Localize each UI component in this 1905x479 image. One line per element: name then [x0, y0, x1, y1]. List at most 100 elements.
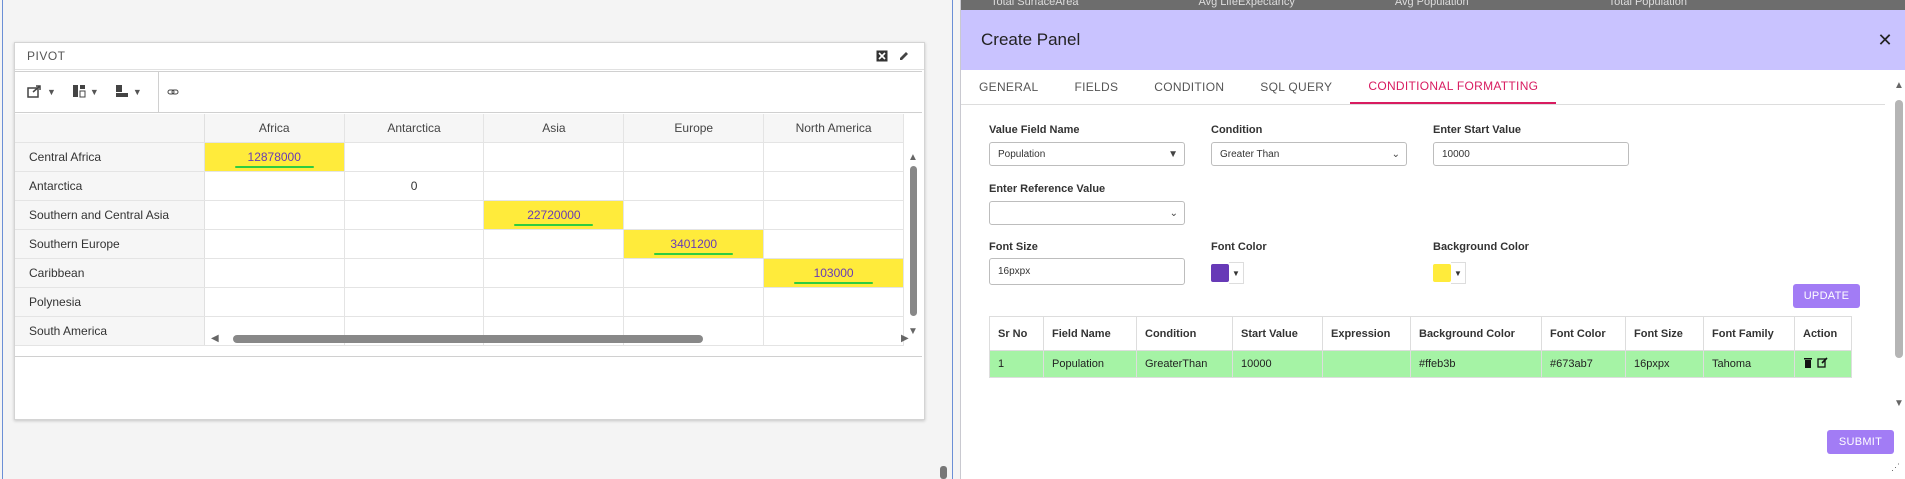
panel-scrollbar[interactable]: ▲ ▼: [1891, 80, 1905, 410]
dashboard-canvas: PIVOT ▼ ▼ ▼ Africa Antarctica Asia Europ…: [0, 0, 961, 479]
pivot-cell[interactable]: 22720000: [484, 201, 625, 229]
pivot-cell[interactable]: [205, 201, 345, 229]
scroll-thumb[interactable]: [910, 166, 917, 316]
font-color-swatch[interactable]: [1211, 264, 1229, 282]
pivot-cell[interactable]: [624, 172, 765, 200]
value-field-select[interactable]: Population ▼: [989, 142, 1185, 166]
pivot-cell[interactable]: [764, 143, 905, 171]
bg-color-swatch[interactable]: [1433, 264, 1451, 282]
bg-color-picker[interactable]: ▼: [1433, 262, 1466, 284]
edit-icon[interactable]: [896, 48, 912, 64]
submit-button[interactable]: SUBMIT: [1827, 430, 1894, 454]
row-header[interactable]: Southern and Central Asia: [15, 201, 205, 229]
column-header: Action: [1803, 327, 1838, 340]
column-header[interactable]: Antarctica: [344, 114, 485, 142]
vertical-scrollbar[interactable]: ▲ ▼: [908, 142, 918, 342]
scroll-up-arrow[interactable]: ▲: [1894, 80, 1904, 91]
cell-value: 103000: [813, 266, 854, 280]
pivot-cell[interactable]: [205, 288, 345, 316]
pivot-cell[interactable]: [484, 259, 625, 287]
column-header[interactable]: Asia: [484, 114, 625, 142]
tab-fields[interactable]: FIELDS: [1056, 70, 1136, 104]
pivot-cell[interactable]: [345, 259, 485, 287]
tab-conditional-formatting[interactable]: CONDITIONAL FORMATTING: [1350, 70, 1557, 104]
caret-down-icon[interactable]: ▼: [1229, 262, 1244, 284]
pivot-cell[interactable]: [764, 288, 905, 316]
condition-select[interactable]: Greater Than ⌄: [1211, 142, 1407, 166]
pivot-cell[interactable]: [345, 288, 485, 316]
pivot-cell[interactable]: [764, 230, 905, 258]
rules-table: Sr No Field Name Condition Start Value E…: [989, 316, 1852, 378]
pivot-cell[interactable]: [205, 172, 345, 200]
row-header[interactable]: Caribbean: [15, 259, 205, 287]
scroll-thumb[interactable]: [233, 335, 703, 343]
pivot-cell[interactable]: [624, 143, 765, 171]
tab-general[interactable]: GENERAL: [961, 70, 1056, 104]
pivot-cell[interactable]: [624, 288, 765, 316]
pivot-cell[interactable]: [345, 201, 485, 229]
bg-color-label: Background Color: [1433, 241, 1529, 253]
scroll-thumb[interactable]: [1895, 100, 1903, 358]
pivot-cell[interactable]: [484, 143, 625, 171]
column-header[interactable]: Africa: [204, 114, 345, 142]
caret-down-icon[interactable]: ▼: [1451, 262, 1466, 284]
reference-value-select[interactable]: ⌄: [989, 201, 1185, 225]
pivot-cell[interactable]: [624, 259, 765, 287]
layout-button[interactable]: ▼: [64, 72, 107, 112]
pivot-cell[interactable]: 0: [345, 172, 485, 200]
scroll-left-arrow[interactable]: ◀: [211, 333, 219, 344]
pivot-cell[interactable]: [205, 259, 345, 287]
close-icon[interactable]: ✕: [1865, 30, 1905, 51]
table-cell: #673ab7: [1542, 351, 1626, 377]
start-value-text: 10000: [1442, 148, 1470, 160]
row-header[interactable]: Antarctica: [15, 172, 205, 200]
font-color-picker[interactable]: ▼: [1211, 262, 1244, 284]
font-size-input[interactable]: 16pxpx: [989, 258, 1185, 285]
horizontal-scrollbar[interactable]: ◀ ▶: [211, 333, 911, 345]
start-value-label: Enter Start Value: [1433, 124, 1522, 136]
pivot-cell[interactable]: [484, 288, 625, 316]
pivot-cell[interactable]: [484, 230, 625, 258]
pivot-cell[interactable]: [624, 201, 765, 229]
value-field-value: Population: [998, 148, 1046, 160]
row-header[interactable]: Southern Europe: [15, 230, 205, 258]
column-header[interactable]: Europe: [624, 114, 765, 142]
pivot-cell[interactable]: [345, 230, 485, 258]
pivot-header: PIVOT: [15, 43, 924, 70]
tab-condition[interactable]: CONDITION: [1136, 70, 1242, 104]
options-button[interactable]: ▼: [107, 72, 150, 112]
font-color-label: Font Color: [1211, 241, 1267, 253]
close-box-icon[interactable]: [874, 48, 890, 64]
edit-icon[interactable]: [1817, 357, 1828, 371]
highlight-underline: [794, 282, 874, 284]
column-header[interactable]: North America: [764, 114, 905, 142]
pivot-cell[interactable]: [345, 143, 485, 171]
scroll-down-arrow[interactable]: ▼: [1894, 398, 1904, 409]
page-scroll-thumb[interactable]: [940, 466, 947, 479]
row-header[interactable]: South America: [15, 317, 205, 345]
pivot-cell[interactable]: [205, 230, 345, 258]
create-panel-drawer: Total SurfaceArea Avg LifeExpectancy Avg…: [961, 0, 1905, 479]
scroll-right-arrow[interactable]: ▶: [901, 333, 909, 344]
fullscreen-button[interactable]: [159, 72, 187, 112]
pivot-cell[interactable]: [764, 172, 905, 200]
pivot-cell[interactable]: [764, 201, 905, 229]
trash-icon[interactable]: [1803, 357, 1813, 371]
pivot-cell[interactable]: 3401200: [624, 230, 765, 258]
table-cell: Population: [1044, 351, 1137, 377]
update-button[interactable]: UPDATE: [1793, 284, 1860, 308]
pivot-cell[interactable]: 103000: [764, 259, 905, 287]
pivot-cell[interactable]: [484, 172, 625, 200]
pivot-widget: PIVOT ▼ ▼ ▼ Africa Antarctica Asia Europ…: [14, 42, 925, 420]
chevron-down-icon: ▼: [89, 87, 99, 97]
row-header[interactable]: Polynesia: [15, 288, 205, 316]
resize-grip-icon[interactable]: ⋰: [1891, 462, 1900, 473]
start-value-input[interactable]: 10000: [1433, 142, 1629, 166]
pivot-cell[interactable]: 12878000: [204, 143, 345, 171]
tab-sql-query[interactable]: SQL QUERY: [1242, 70, 1350, 104]
pivot-title: PIVOT: [27, 49, 66, 63]
scroll-up-arrow[interactable]: ▲: [908, 152, 918, 163]
export-button[interactable]: ▼: [19, 72, 64, 112]
pivot-row: Southern Europe 3401200: [15, 230, 905, 259]
row-header[interactable]: Central Africa: [15, 143, 205, 171]
